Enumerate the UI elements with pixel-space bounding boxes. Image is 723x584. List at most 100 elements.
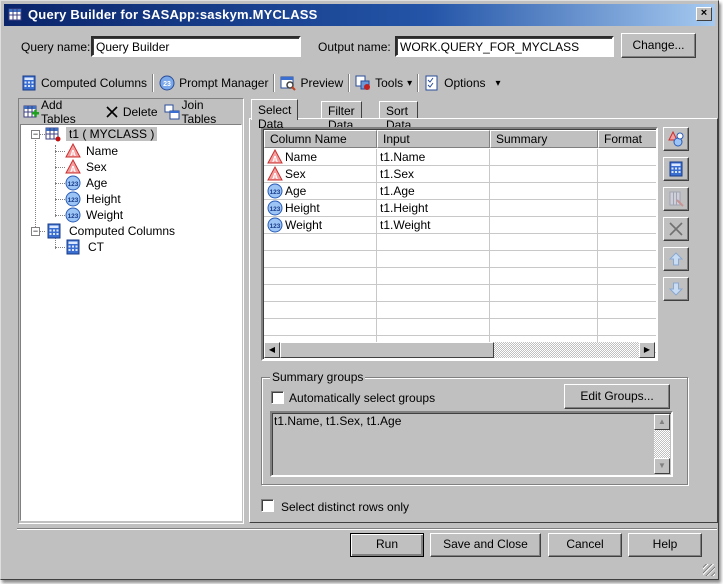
cell-summary[interactable] <box>490 268 598 285</box>
add-computed-column-button[interactable] <box>663 157 689 181</box>
cell-name[interactable]: Name <box>264 149 377 166</box>
cell-name[interactable] <box>264 234 377 251</box>
cell-format[interactable] <box>598 217 656 234</box>
help-button[interactable]: Help <box>628 533 702 557</box>
tree-column-item[interactable]: Sex <box>65 159 107 175</box>
cell-input[interactable]: t1.Height <box>377 200 490 217</box>
cell-format[interactable] <box>598 166 656 183</box>
cell-name[interactable] <box>264 319 377 336</box>
resize-grip[interactable] <box>703 564 715 576</box>
tree-column-item[interactable]: Weight <box>65 207 123 223</box>
tab-sort-data[interactable]: Sort Data <box>379 101 419 132</box>
scroll-down-button[interactable]: ▼ <box>654 458 670 474</box>
cell-input[interactable] <box>377 251 490 268</box>
cell-summary[interactable] <box>490 200 598 217</box>
scroll-up-button[interactable]: ▲ <box>654 414 670 430</box>
cell-format[interactable] <box>598 234 656 251</box>
cell-name[interactable]: Age <box>264 183 377 200</box>
cell-name[interactable]: Height <box>264 200 377 217</box>
computed-columns-button[interactable]: Computed Columns <box>17 72 151 94</box>
table-row[interactable] <box>264 319 656 336</box>
column-header-summary[interactable]: Summary <box>490 130 598 148</box>
table-row[interactable]: Age t1.Age <box>264 183 656 200</box>
delete-button[interactable]: Delete <box>101 101 161 123</box>
cell-summary[interactable] <box>490 319 598 336</box>
tree-column-item[interactable]: Height <box>65 191 121 207</box>
cell-input[interactable]: t1.Weight <box>377 217 490 234</box>
cell-input[interactable] <box>377 268 490 285</box>
scroll-left-button[interactable]: ◀ <box>264 342 280 358</box>
table-row[interactable] <box>264 285 656 302</box>
table-row[interactable] <box>264 234 656 251</box>
tools-menu-button[interactable]: Tools ▾ <box>351 72 416 94</box>
cell-format[interactable] <box>598 183 656 200</box>
cell-name[interactable]: Sex <box>264 166 377 183</box>
output-name-input[interactable] <box>395 36 614 57</box>
cell-format[interactable] <box>598 149 656 166</box>
table-row[interactable]: Height t1.Height <box>264 200 656 217</box>
cell-summary[interactable] <box>490 149 598 166</box>
summary-groups-list[interactable]: t1.Name, t1.Sex, t1.Age ▲ ▼ <box>270 411 673 477</box>
join-tables-button[interactable]: Join Tables <box>161 98 242 126</box>
tab-filter-data[interactable]: Filter Data <box>321 101 362 132</box>
select-columns-button[interactable] <box>663 127 689 151</box>
cell-summary[interactable] <box>490 251 598 268</box>
cell-summary[interactable] <box>490 234 598 251</box>
title-bar[interactable]: Query Builder for SASApp:saskym.MYCLASS … <box>4 4 715 26</box>
tab-select-data[interactable]: Select Data <box>251 99 299 131</box>
cell-summary[interactable] <box>490 217 598 234</box>
auto-select-groups-checkbox[interactable] <box>271 391 284 404</box>
cancel-button[interactable]: Cancel <box>548 533 622 557</box>
cell-name[interactable] <box>264 285 377 302</box>
tree-column-item[interactable]: Age <box>65 175 107 191</box>
preview-button[interactable]: Preview <box>276 72 347 94</box>
query-name-input[interactable] <box>91 36 301 57</box>
table-row[interactable] <box>264 302 656 319</box>
edit-column-button[interactable] <box>663 187 689 211</box>
scroll-thumb[interactable] <box>280 342 494 358</box>
cell-input[interactable]: t1.Sex <box>377 166 490 183</box>
column-header-input[interactable]: Input <box>377 130 490 148</box>
cell-input[interactable] <box>377 234 490 251</box>
column-header-format[interactable]: Format <box>598 130 656 148</box>
cell-name[interactable] <box>264 268 377 285</box>
collapse-table-toggle[interactable]: − <box>31 130 40 139</box>
cell-input[interactable]: t1.Name <box>377 149 490 166</box>
table-row[interactable]: Name t1.Name <box>264 149 656 166</box>
edit-groups-button[interactable]: Edit Groups... <box>564 384 670 409</box>
cell-summary[interactable] <box>490 183 598 200</box>
table-row[interactable]: Weight t1.Weight <box>264 217 656 234</box>
cell-summary[interactable] <box>490 302 598 319</box>
run-button[interactable]: Run <box>350 533 424 557</box>
close-button[interactable]: × <box>696 7 712 21</box>
cell-input[interactable] <box>377 302 490 319</box>
tree-computed-item[interactable]: CT <box>65 239 104 255</box>
cell-format[interactable] <box>598 302 656 319</box>
distinct-rows-checkbox[interactable] <box>261 499 274 512</box>
scroll-right-button[interactable]: ▶ <box>639 342 655 358</box>
table-row[interactable]: Sex t1.Sex <box>264 166 656 183</box>
move-up-button[interactable] <box>663 247 689 271</box>
cell-summary[interactable] <box>490 166 598 183</box>
prompt-manager-button[interactable]: 23 Prompt Manager <box>155 72 272 94</box>
add-tables-button[interactable]: Add Tables <box>20 98 101 126</box>
cell-format[interactable] <box>598 319 656 336</box>
tree-table-node[interactable]: t1 ( MYCLASS ) <box>45 126 158 142</box>
select-data-grid[interactable]: Column Name Input Summary Format Name t1.… <box>261 127 658 361</box>
column-header-name[interactable]: Column Name <box>264 130 377 148</box>
save-and-close-button[interactable]: Save and Close <box>430 533 541 557</box>
cell-input[interactable]: t1.Age <box>377 183 490 200</box>
options-menu-button[interactable]: Options ▾ <box>420 72 504 94</box>
cell-format[interactable] <box>598 268 656 285</box>
collapse-computed-toggle[interactable]: − <box>31 227 40 236</box>
cell-input[interactable] <box>377 285 490 302</box>
cell-input[interactable] <box>377 319 490 336</box>
table-row[interactable] <box>264 251 656 268</box>
cell-format[interactable] <box>598 251 656 268</box>
groups-vertical-scrollbar[interactable]: ▲ ▼ <box>654 414 670 474</box>
horizontal-scrollbar[interactable]: ◀ ▶ <box>264 342 655 358</box>
tree-column-item[interactable]: Name <box>65 143 118 159</box>
cell-name[interactable]: Weight <box>264 217 377 234</box>
delete-column-button[interactable] <box>663 217 689 241</box>
cell-name[interactable] <box>264 251 377 268</box>
